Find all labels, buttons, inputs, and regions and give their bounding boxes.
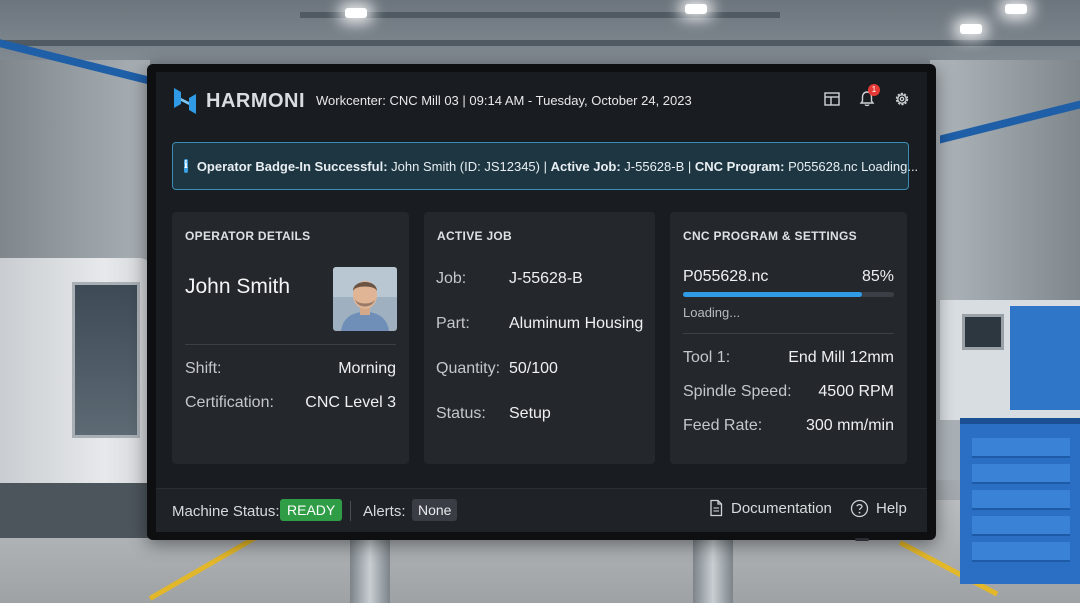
quantity-value: 50/100 [509,360,558,377]
machine-status-label: Machine Status: [172,503,280,520]
machine-window [72,282,140,438]
harmoni-logo-icon [174,88,196,114]
drawer [972,516,1070,536]
separator [350,501,351,521]
part-label: Part: [436,315,470,332]
certification-label: Certification: [185,394,274,411]
badge-in-alert: i Operator Badge-In Successful: John Smi… [172,142,918,190]
program-progress-percent: 85% [861,268,894,285]
alert-label-job: Active Job: [550,158,621,174]
alert-label-program: CNC Program: [694,158,785,174]
help-icon [850,499,869,518]
machine-screen [962,314,1004,350]
layout-icon[interactable] [823,90,841,108]
tool-value: End Mill 12mm [788,349,894,366]
alert-text-job: J-55628-B | [620,158,695,174]
drawer [972,542,1070,562]
certification-value: CNC Level 3 [305,394,396,411]
card-title: ACTIVE JOB [437,229,513,243]
alerts-label: Alerts: [363,503,406,520]
operator-photo [333,267,397,331]
alert-label-badge-in: Operator Badge-In Successful: [196,158,388,174]
drawer [972,464,1070,484]
active-job-card: ACTIVE JOB Job: J-55628-B Part: Aluminum… [424,212,655,464]
machine-status-badge: READY [280,499,343,521]
tool-cabinet [960,418,1080,584]
job-label: Job: [436,270,467,287]
drawer [972,438,1070,458]
cnc-machine [0,258,150,538]
alert-text-operator: John Smith (ID: JS12345) | [387,158,551,174]
info-icon: i [184,159,188,173]
card-title: OPERATOR DETAILS [185,229,311,243]
monitor-stand [693,538,733,603]
ceiling-light [1005,4,1027,14]
program-file: P055628.nc [683,268,769,285]
monitor-stand [350,538,390,603]
part-value: Aluminum Housing [509,315,644,332]
alert-text-program: P055628.nc Loading... [784,158,919,174]
machine-panel [1010,306,1080,410]
help-link[interactable]: Help [850,499,907,518]
ceiling-beam [0,40,1080,46]
feed-rate-value: 300 mm/min [805,417,894,434]
help-label: Help [876,500,907,517]
bell-icon[interactable]: 1 [858,84,880,108]
ceiling-light [345,8,367,18]
screen: HARMONI Workcenter: CNC Mill 03 | 09:14 … [156,72,927,532]
feed-rate-label: Feed Rate: [683,417,763,434]
spindle-speed-label: Spindle Speed: [683,383,792,400]
status-label: Status: [436,405,486,422]
documentation-label: Documentation [731,499,832,517]
top-bar: HARMONI Workcenter: CNC Mill 03 | 09:14 … [156,72,927,130]
shift-value: Morning [338,360,396,377]
loading-text: Loading... [683,305,741,320]
spindle-speed-value: 4500 RPM [818,383,894,400]
ceiling-beam [300,12,780,18]
alert-message: Operator Badge-In Successful: John Smith… [197,159,918,174]
drawer [972,490,1070,510]
documentation-link[interactable]: Documentation [708,499,832,517]
card-title: CNC PROGRAM & SETTINGS [683,229,857,243]
monitor: HARMONI Workcenter: CNC Mill 03 | 09:14 … [147,64,936,541]
divider [683,333,894,334]
monitor-sensor [855,538,869,541]
tool-label: Tool 1: [683,349,731,366]
machine-base [0,483,150,538]
divider [185,344,396,345]
machine [940,300,1080,420]
alerts-badge: None [412,499,458,521]
ceiling-light [685,4,707,14]
gear-icon[interactable] [893,90,911,108]
job-value: J-55628-B [509,270,583,287]
status-footer: Machine Status: READY Alerts: None Docum… [156,488,927,532]
ceiling-light [960,24,982,34]
program-progress-bar [683,292,894,297]
progress-fill [683,292,863,297]
shift-label: Shift: [185,360,222,377]
logo: HARMONI [170,84,305,118]
cnc-program-card: CNC PROGRAM & SETTINGS P055628.nc 85% Lo… [670,212,907,464]
document-icon [710,499,723,517]
operator-name: John Smith [185,275,291,298]
status-value: Setup [509,405,551,422]
top-icons: 1 [823,84,911,108]
operator-details-card: OPERATOR DETAILS John Smith Shift: Morni… [172,212,409,464]
workcenter-info: Workcenter: CNC Mill 03 | 09:14 AM - Tue… [316,93,692,108]
brand-name: HARMONI [206,89,306,112]
quantity-label: Quantity: [436,360,501,377]
notification-badge: 1 [868,84,880,96]
